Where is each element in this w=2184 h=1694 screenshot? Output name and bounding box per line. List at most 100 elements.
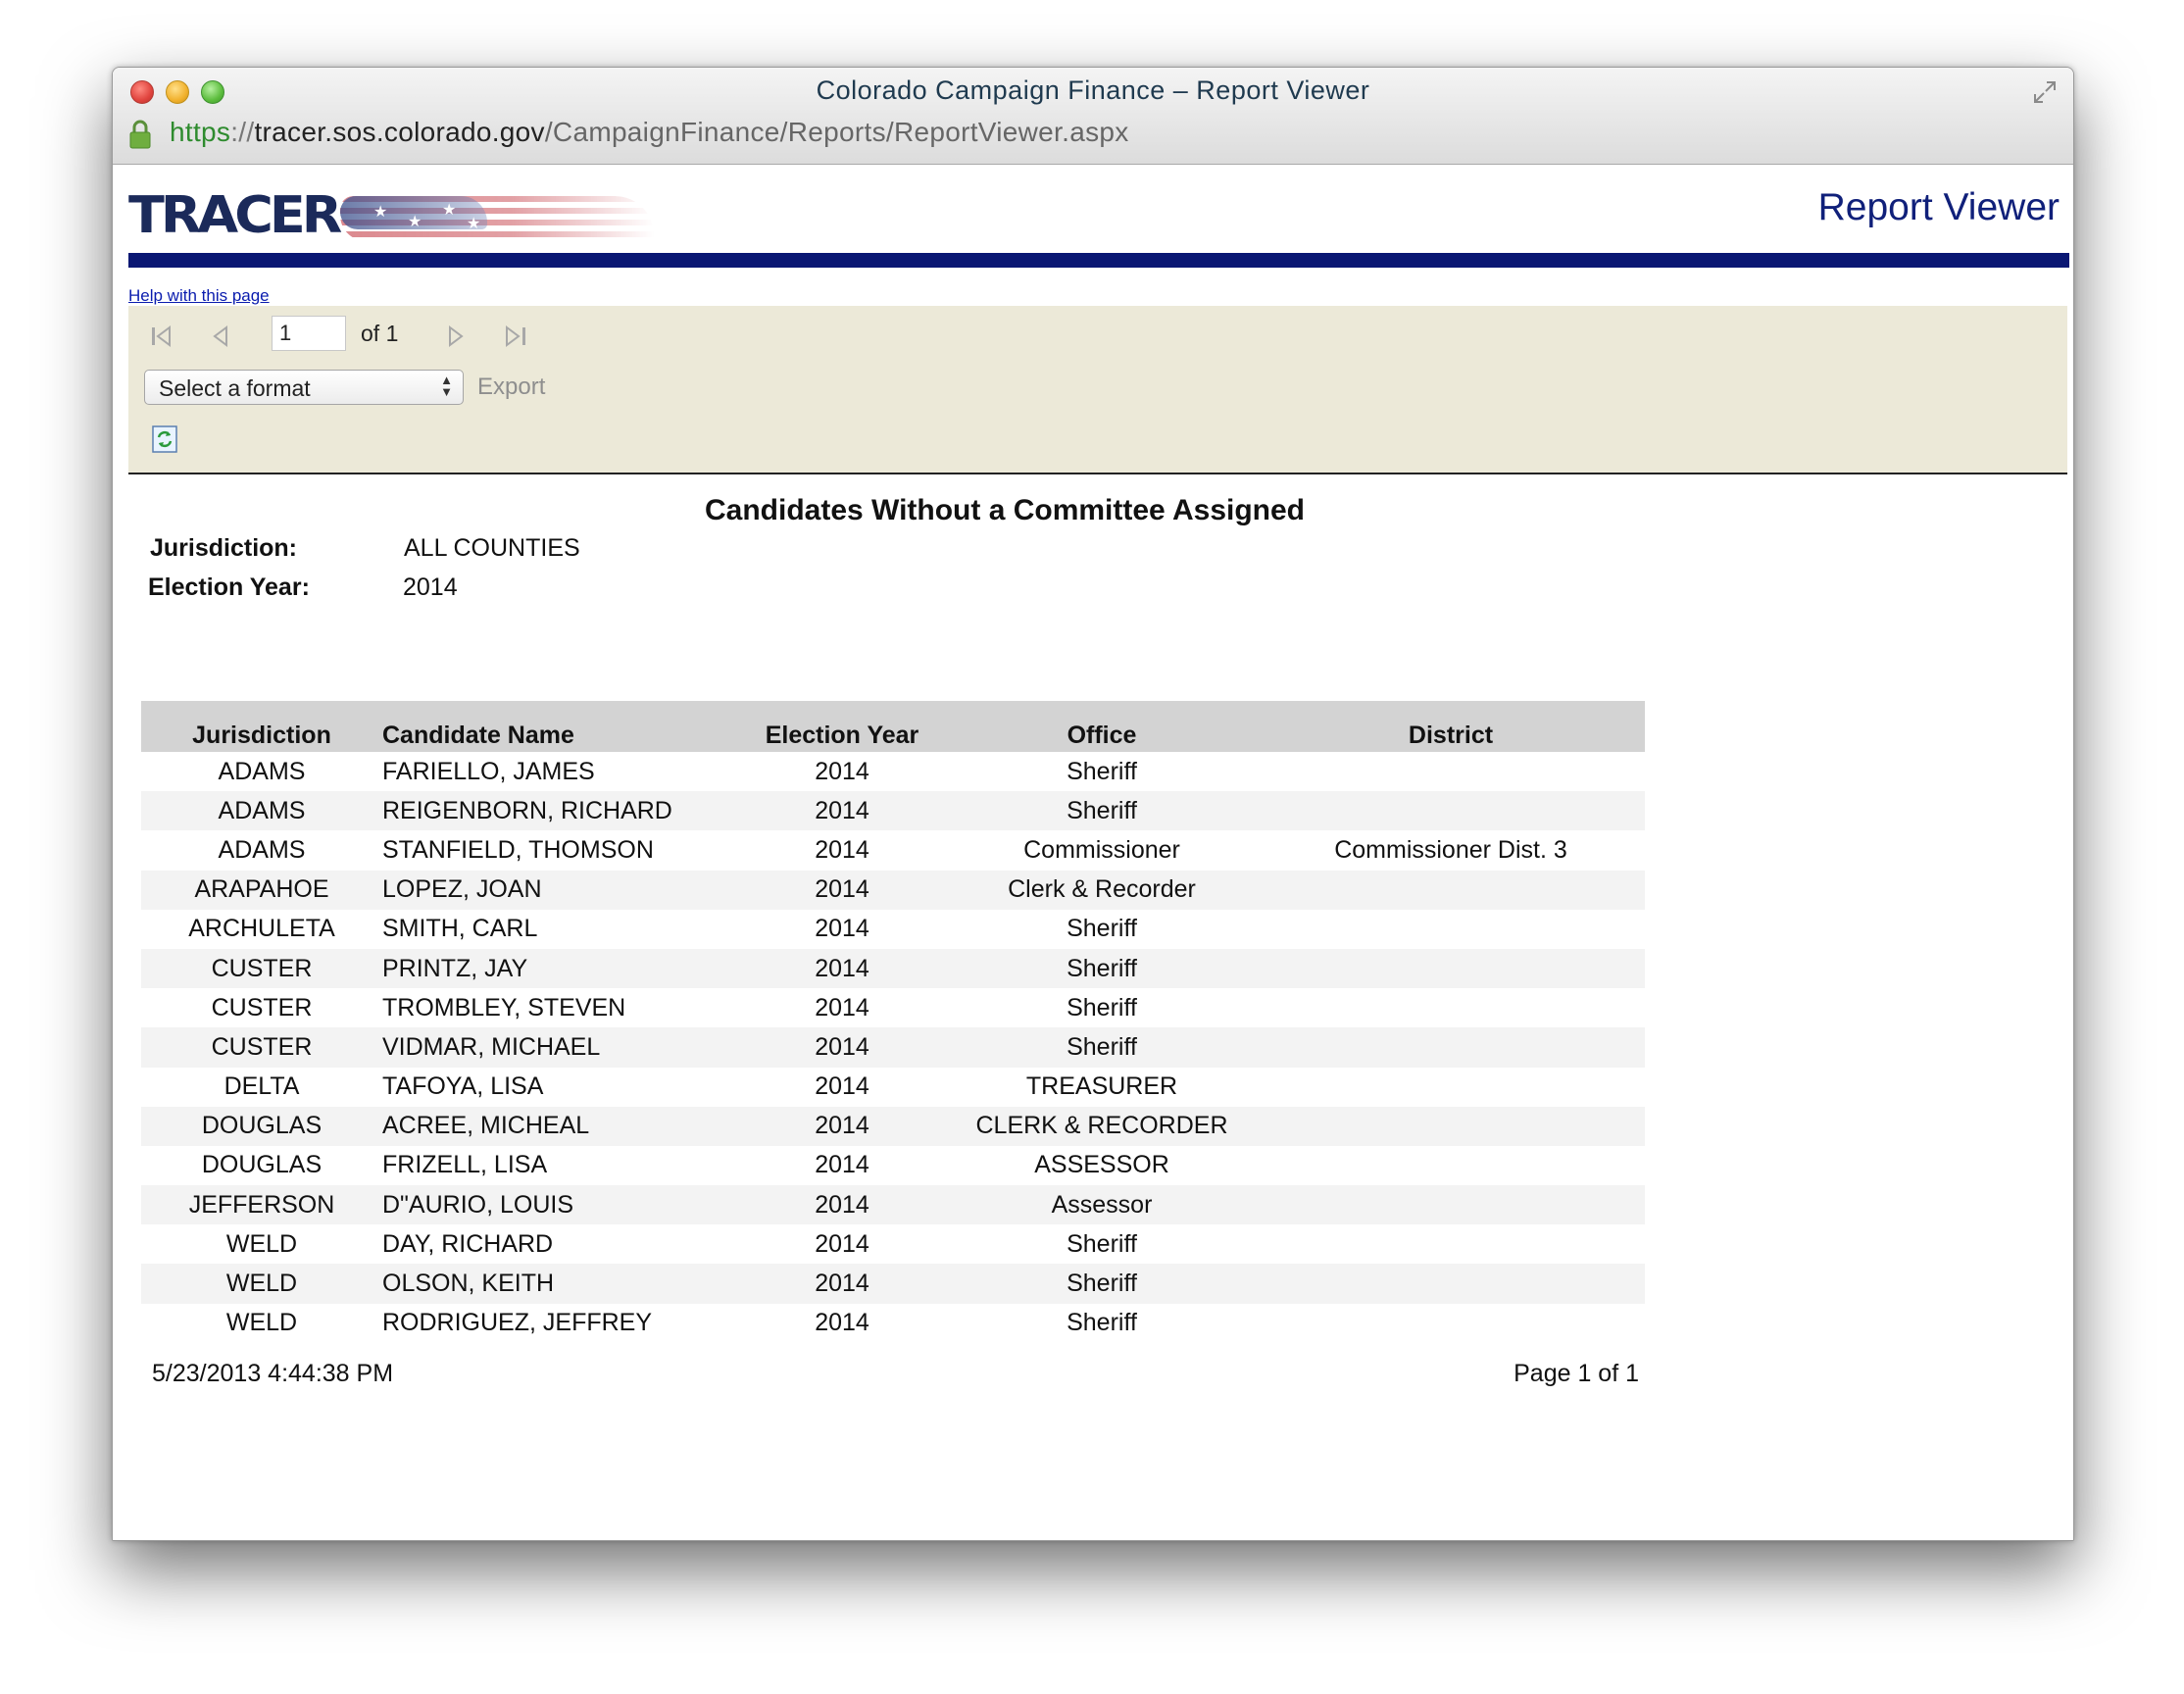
cell-office: Sheriff [1067,757,1137,785]
page-count-label: of 1 [361,321,399,346]
cell-office: Clerk & Recorder [947,870,1257,910]
report-table-body: ADAMS FARIELLO, JAMES 2014 Sheriff ADAMS REIG… [141,752,1645,1343]
cell-office: ASSESSOR [1034,1151,1169,1179]
cell-office: Sheriff [947,791,1257,831]
address-bar[interactable]: https://tracer.sos.colorado.gov/Campaign… [113,115,2073,158]
table-row: WELD OLSON, KEITH 2014 Sheriff [141,1264,1645,1304]
cell-jurisdiction: ADAMS [218,757,306,785]
report-table: Jurisdiction Candidate Name Election Yea… [141,701,1645,1343]
table-row: JEFFERSON D"AURIO, LOUIS 2014 Assessor [141,1185,1645,1225]
column-header-district: District [1257,701,1645,752]
cell-office: Sheriff [947,1027,1257,1068]
cell-office: Sheriff [947,948,1257,989]
cell-office: Commissioner [1023,835,1180,864]
tracer-logo[interactable]: ★ ★ ★ ★ TRACER [128,182,654,244]
cell-district [1257,1027,1645,1068]
cell-district [1257,791,1645,831]
star-icon: ★ [467,216,481,232]
cell-election-year: 2014 [815,757,869,785]
cell-candidate-name: DAY, RICHARD [382,1229,554,1258]
browser-window: Colorado Campaign Finance – Report Viewe… [112,67,2074,1541]
column-header-election-year: Election Year [737,701,947,752]
export-link[interactable]: Export [477,374,545,401]
election-year-label: Election Year: [148,573,310,601]
cell-election-year: 2014 [815,1229,869,1258]
page-content: ★ ★ ★ ★ TRACER Report Viewer Help with t… [113,165,2073,1540]
table-row: ARCHULETA SMITH, CARL 2014 Sheriff [141,910,1645,949]
cell-district [1257,948,1645,989]
cell-district [1257,870,1645,910]
cell-candidate-name: TROMBLEY, STEVEN [382,993,626,1021]
first-page-icon[interactable] [146,322,177,351]
url-host: tracer.sos.colorado.gov [254,117,545,147]
last-page-icon[interactable] [501,322,532,351]
report-timestamp: 5/23/2013 4:44:38 PM [152,1360,394,1387]
table-row: ADAMS REIGENBORN, RICHARD 2014 Sheriff [141,791,1645,831]
cell-office: CLERK & RECORDER [947,1106,1257,1146]
cell-jurisdiction: DOUGLAS [141,1106,382,1146]
cell-candidate-name: LOPEZ, JOAN [382,870,737,910]
table-row: DOUGLAS FRIZELL, LISA 2014 ASSESSOR [141,1146,1645,1185]
cell-jurisdiction: WELD [141,1264,382,1304]
cell-candidate-name: OLSON, KEITH [382,1264,737,1304]
table-row: DELTA TAFOYA, LISA 2014 TREASURER [141,1068,1645,1107]
election-year-value: 2014 [403,573,458,601]
cell-district [1257,1185,1645,1225]
fullscreen-icon[interactable] [2032,79,2058,105]
cell-office: Sheriff [1067,993,1137,1021]
cell-candidate-name: RODRIGUEZ, JEFFREY [382,1309,653,1337]
column-header-office: Office [947,701,1257,752]
cell-jurisdiction: ARCHULETA [188,915,335,943]
export-format-select[interactable]: Select a format ▲ ▼ [144,370,464,405]
cell-election-year: 2014 [737,1264,947,1304]
cell-jurisdiction: JEFFERSON [141,1185,382,1225]
cell-election-year: 2014 [737,870,947,910]
cell-district [1257,1146,1645,1185]
help-link[interactable]: Help with this page [128,286,270,306]
previous-page-icon[interactable] [207,322,238,351]
star-icon: ★ [373,204,388,221]
cell-office: Sheriff [1067,915,1137,943]
table-row: CUSTER VIDMAR, MICHAEL 2014 Sheriff [141,1027,1645,1068]
column-header-candidate-name: Candidate Name [382,701,737,752]
table-row: CUSTER PRINTZ, JAY 2014 Sheriff [141,948,1645,989]
cell-election-year: 2014 [815,835,869,864]
cell-office: TREASURER [1025,1072,1178,1101]
refresh-icon[interactable] [152,425,177,453]
cell-jurisdiction: CUSTER [211,993,313,1021]
logo-text: TRACER [128,185,342,245]
cell-candidate-name: PRINTZ, JAY [382,948,737,989]
window-title: Colorado Campaign Finance – Report Viewe… [816,75,1370,105]
current-page-input[interactable] [272,316,346,351]
table-row: DOUGLAS ACREE, MICHEAL 2014 CLERK & RECORDE… [141,1106,1645,1146]
title-bar: Colorado Campaign Finance – Report Viewe… [113,68,2073,165]
header-rule [128,253,2069,268]
cell-election-year: 2014 [737,1185,947,1225]
cell-election-year: 2014 [737,948,947,989]
report-title: Candidates Without a Committee Assigned [704,494,1305,526]
cell-candidate-name: ACREE, MICHEAL [382,1106,737,1146]
table-row: WELD DAY, RICHARD 2014 Sheriff [141,1224,1645,1264]
jurisdiction-value: ALL COUNTIES [404,534,580,562]
table-row: ADAMS STANFIELD, THOMSON 2014 Commissioner C… [141,830,1645,870]
cell-jurisdiction: ARAPAHOE [141,870,382,910]
cell-candidate-name: D"AURIO, LOUIS [382,1185,737,1225]
cell-candidate-name: FRIZELL, LISA [382,1151,548,1179]
cell-district [1257,1224,1645,1264]
export-format-value: Select a format [159,375,311,401]
cell-jurisdiction: CUSTER [141,948,382,989]
url-separator: :// [230,117,255,147]
star-icon: ★ [442,202,457,219]
report-toolbar: of 1 Select a format ▲▼ Export [128,306,2067,474]
select-arrows-icon: ▲ ▼ [440,373,453,399]
cell-election-year: 2014 [815,915,869,943]
cell-election-year: 2014 [815,1151,869,1179]
cell-candidate-name: SMITH, CARL [382,915,538,943]
table-header-row: Jurisdiction Candidate Name Election Yea… [141,701,1645,752]
cell-jurisdiction: CUSTER [141,1027,382,1068]
cell-jurisdiction: WELD [225,1309,298,1337]
cell-district [1257,1304,1645,1343]
next-page-icon[interactable] [440,322,472,351]
lock-icon [129,120,151,149]
url-scheme: https [170,117,231,147]
